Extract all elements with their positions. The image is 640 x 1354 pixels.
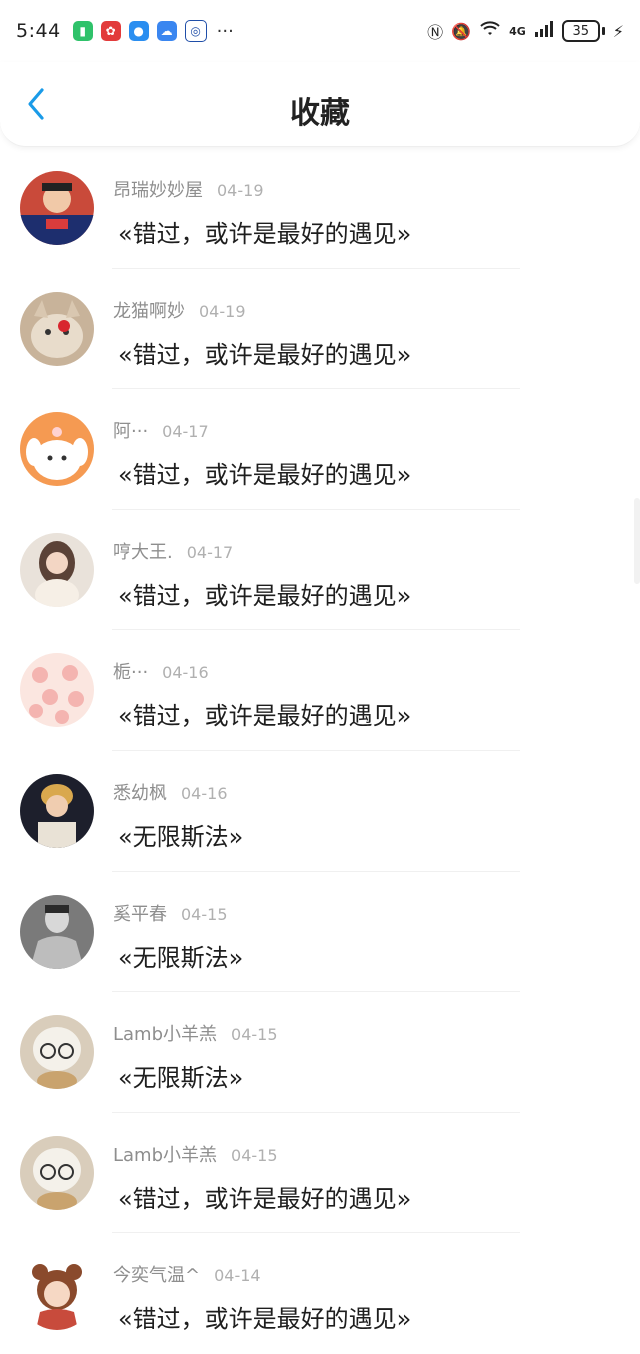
date: 04-14 xyxy=(214,1266,261,1286)
username[interactable]: 奚平春 xyxy=(113,900,167,926)
avatar[interactable] xyxy=(20,1135,94,1210)
item-meta: 悉幼枫 04-16 xyxy=(113,779,228,805)
header-bar: 收藏 xyxy=(0,62,640,147)
favorite-title[interactable]: «错过，或许是最好的遇见» xyxy=(118,335,411,370)
item-meta: Lamb小羊羔 04-15 xyxy=(113,1020,278,1046)
more-notifications-icon: ··· xyxy=(216,20,234,42)
battery-tip xyxy=(601,27,605,35)
list-item[interactable]: 龙猫啊妙 04-19 «错过，或许是最好的遇见» xyxy=(0,269,640,390)
favorite-title[interactable]: «无限斯法» xyxy=(118,938,243,973)
username[interactable]: Lamb小羊羔 xyxy=(113,1141,217,1167)
date: 04-16 xyxy=(162,663,209,683)
list-item[interactable]: 阿··· 04-17 «错过，或许是最好的遇见» xyxy=(0,389,640,510)
item-meta: 哼大王. 04-17 xyxy=(113,538,233,564)
avatar[interactable] xyxy=(20,412,94,487)
date: 04-15 xyxy=(181,904,228,924)
favorite-title[interactable]: «无限斯法» xyxy=(118,817,243,852)
avatar[interactable] xyxy=(20,532,94,607)
page-title: 收藏 xyxy=(290,96,350,131)
favorite-title[interactable]: «错过，或许是最好的遇见» xyxy=(118,1179,411,1214)
avatar[interactable] xyxy=(20,894,94,969)
message-app-icon: ● xyxy=(128,21,149,41)
favorite-title[interactable]: «无限斯法» xyxy=(118,1058,243,1093)
list-item[interactable]: Lamb小羊羔 04-15 «无限斯法» xyxy=(0,992,640,1113)
status-time: 5:44 xyxy=(16,20,61,42)
username[interactable]: 今奕气温^ xyxy=(113,1261,200,1287)
bank-app-icon: ◎ xyxy=(184,20,207,42)
username[interactable]: 悉幼枫 xyxy=(113,779,167,805)
item-meta: 今奕气温^ 04-14 xyxy=(113,1261,261,1287)
avatar[interactable] xyxy=(20,653,94,728)
favorite-title[interactable]: «错过，或许是最好的遇见» xyxy=(118,696,411,731)
battery-level: 35 xyxy=(561,20,600,42)
mute-icon: 🔕 xyxy=(451,21,472,41)
item-meta: 龙猫啊妙 04-19 xyxy=(113,297,246,323)
username[interactable]: 阿··· xyxy=(113,417,148,443)
avatar[interactable] xyxy=(20,1256,94,1331)
battery-icon: 35 xyxy=(561,20,605,42)
charging-icon: ⚡ xyxy=(612,21,624,41)
list-item[interactable]: 今奕气温^ 04-14 «错过，或许是最好的遇见» xyxy=(0,1233,640,1354)
favorite-title[interactable]: «错过，或许是最好的遇见» xyxy=(118,576,411,611)
item-meta: 栀··· 04-16 xyxy=(113,658,209,684)
list-item[interactable]: Lamb小羊羔 04-15 «错过，或许是最好的遇见» xyxy=(0,1113,640,1234)
avatar[interactable] xyxy=(20,773,94,848)
phone-app-icon: ▮ xyxy=(72,21,93,41)
list-item[interactable]: 昂瑞妙妙屋 04-19 «错过，或许是最好的遇见» xyxy=(0,148,640,269)
item-meta: Lamb小羊羔 04-15 xyxy=(113,1141,278,1167)
status-left: 5:44 ▮ ✿ ● ☁ ◎ ··· xyxy=(16,20,234,42)
item-meta: 阿··· 04-17 xyxy=(113,417,209,443)
favorite-title[interactable]: «错过，或许是最好的遇见» xyxy=(118,214,411,249)
date: 04-17 xyxy=(186,542,234,562)
username[interactable]: 昂瑞妙妙屋 xyxy=(113,176,203,202)
wifi-icon xyxy=(479,21,501,41)
date: 04-19 xyxy=(199,301,246,321)
username[interactable]: 龙猫啊妙 xyxy=(113,297,185,323)
list-item[interactable]: 哼大王. 04-17 «错过，或许是最好的遇见» xyxy=(0,510,640,631)
avatar[interactable] xyxy=(20,291,94,366)
nfc-icon: Ⓝ xyxy=(427,23,444,42)
date: 04-15 xyxy=(231,1025,278,1045)
list-item[interactable]: 栀··· 04-16 «错过，或许是最好的遇见» xyxy=(0,630,640,751)
favorites-list: 昂瑞妙妙屋 04-19 «错过，或许是最好的遇见» 龙猫啊妙 04-19 «错过… xyxy=(0,148,640,1354)
status-right: Ⓝ 🔕 4G 35 ⚡ xyxy=(427,19,624,43)
item-meta: 奚平春 04-15 xyxy=(113,900,228,926)
huawei-app-icon: ✿ xyxy=(100,21,121,41)
signal-icon xyxy=(534,21,554,41)
cloud-app-icon: ☁ xyxy=(156,21,177,41)
network-type: 4G xyxy=(509,24,526,38)
status-bar: 5:44 ▮ ✿ ● ☁ ◎ ··· Ⓝ 🔕 4G 35 ⚡ xyxy=(0,0,640,62)
date: 04-17 xyxy=(162,422,209,442)
favorite-title[interactable]: «错过，或许是最好的遇见» xyxy=(118,1299,411,1334)
date: 04-15 xyxy=(231,1145,278,1165)
username[interactable]: Lamb小羊羔 xyxy=(113,1020,217,1046)
list-item[interactable]: 悉幼枫 04-16 «无限斯法» xyxy=(0,751,640,872)
avatar[interactable] xyxy=(20,1015,94,1090)
item-meta: 昂瑞妙妙屋 04-19 xyxy=(113,176,264,202)
date: 04-16 xyxy=(181,783,228,803)
avatar[interactable] xyxy=(20,171,94,245)
date: 04-19 xyxy=(217,181,264,200)
username[interactable]: 栀··· xyxy=(113,658,148,684)
list-item[interactable]: 奚平春 04-15 «无限斯法» xyxy=(0,872,640,993)
username[interactable]: 哼大王. xyxy=(113,538,173,564)
scrollbar[interactable] xyxy=(634,498,640,584)
favorite-title[interactable]: «错过，或许是最好的遇见» xyxy=(118,455,411,490)
